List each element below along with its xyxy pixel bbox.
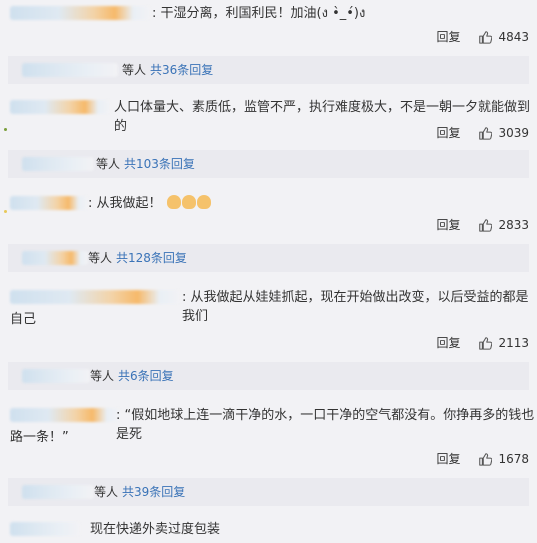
sub-replies-inner: 等人 共39条回复	[22, 478, 185, 506]
like-button[interactable]: 2113	[478, 336, 529, 350]
thumbs-up-icon	[479, 452, 493, 466]
blurred-username	[10, 6, 150, 20]
like-count: 4843	[498, 29, 529, 44]
comment-3: : 从我做起！ 回复 2833 等人 共128条回复	[0, 186, 537, 276]
comment-text-line1: : “假如地球上连一滴干净的水，一口干净的空气都没有。你挣再多的钱也是死	[116, 408, 535, 442]
blurred-username	[10, 408, 120, 422]
sub-users-suffix: 等人	[122, 63, 147, 77]
sub-replies-inner: 等人 共6条回复	[22, 362, 174, 390]
sub-replies-box[interactable]: 等人 共39条回复	[8, 478, 529, 506]
thumbs-up-icon	[479, 336, 493, 350]
reply-button[interactable]: 回复	[436, 450, 460, 467]
blurred-username	[10, 100, 110, 114]
sub-reply-count-link[interactable]: 共39条回复	[122, 478, 185, 506]
like-count: 3039	[498, 125, 529, 140]
sub-replies-inner: 等人 共36条回复	[22, 56, 213, 84]
blurred-usernames	[22, 63, 118, 77]
blurred-username	[10, 522, 80, 536]
comment-text-line2: 自己	[10, 312, 37, 327]
comment-actions: 回复 1678	[436, 450, 529, 467]
decorative-dot	[4, 210, 7, 213]
comment-1: : 干湿分离，利国利民！加油(ง •̀_•́)ง 回复 4843 等人 共36条…	[0, 0, 537, 86]
sub-users-suffix: 等人	[94, 485, 119, 499]
sub-replies-box[interactable]: 等人 共128条回复	[8, 244, 529, 272]
blurred-usernames	[22, 369, 90, 383]
comment-text: : 干湿分离，利国利民！加油(ง •̀_•́)ง	[152, 6, 366, 21]
comment-actions: 回复 4843	[436, 28, 529, 45]
comment-actions: 回复 3039	[436, 124, 529, 141]
thumbs-up-icon	[479, 126, 493, 140]
sub-reply-count-link[interactable]: 共128条回复	[116, 244, 187, 272]
like-count: 2113	[498, 335, 529, 350]
sub-users-suffix: 等人	[88, 251, 113, 265]
sub-reply-count-link[interactable]: 共36条回复	[150, 56, 213, 84]
comment-2: 人口体量大、素质低，监管不严，执行难度极大，不是一朝一夕就能做到的 回复 303…	[0, 92, 537, 178]
sub-replies-inner: 等人 共128条回复	[22, 244, 187, 272]
reply-button[interactable]: 回复	[436, 216, 460, 233]
sub-replies-inner: 等人 共103条回复	[22, 150, 195, 178]
comment-text: 现在快递外卖过度包装	[90, 522, 221, 537]
sub-users-suffix: 等人	[90, 369, 115, 383]
sub-replies-box[interactable]: 等人 共103条回复	[8, 150, 529, 178]
blurred-username	[10, 196, 88, 210]
comment-text-line2: 路一条！”	[10, 430, 69, 445]
muscle-emoji-icon	[166, 195, 211, 211]
blurred-username	[10, 290, 180, 304]
comment-5: : “假如地球上连一滴干净的水，一口干净的空气都没有。你挣再多的钱也是死 路一条…	[0, 400, 537, 508]
thumbs-up-icon	[479, 218, 493, 232]
sub-replies-box[interactable]: 等人 共6条回复	[8, 362, 529, 390]
sub-users-suffix: 等人	[96, 157, 121, 171]
reply-button[interactable]: 回复	[436, 334, 460, 351]
like-button[interactable]: 3039	[478, 126, 529, 140]
like-count: 2833	[498, 217, 529, 232]
sub-replies-box[interactable]: 等人 共36条回复	[8, 56, 529, 84]
thumbs-up-icon	[479, 30, 493, 44]
comment-text-line1: : 从我做起从娃娃抓起，现在开始做出改变，以后受益的都是我们	[182, 290, 529, 324]
comment-actions: 回复 2833	[436, 216, 529, 233]
comment-4: : 从我做起从娃娃抓起，现在开始做出改变，以后受益的都是我们 自己 回复 211…	[0, 282, 537, 392]
blurred-usernames	[22, 251, 88, 265]
like-count: 1678	[498, 451, 529, 466]
comment-text: : 从我做起！	[88, 194, 211, 213]
reply-button[interactable]: 回复	[436, 124, 460, 141]
comment-6: 现在快递外卖过度包装	[0, 512, 537, 543]
reply-button[interactable]: 回复	[436, 28, 460, 45]
sub-reply-count-link[interactable]: 共103条回复	[124, 150, 195, 178]
like-button[interactable]: 4843	[478, 30, 529, 44]
blurred-usernames	[22, 157, 94, 171]
like-button[interactable]: 1678	[478, 452, 529, 466]
sub-reply-count-link[interactable]: 共6条回复	[118, 362, 174, 390]
decorative-dot	[4, 128, 7, 131]
comment-text-content: : 从我做起！	[88, 196, 162, 211]
like-button[interactable]: 2833	[478, 218, 529, 232]
blurred-usernames	[22, 485, 94, 499]
comment-actions: 回复 2113	[436, 334, 529, 351]
